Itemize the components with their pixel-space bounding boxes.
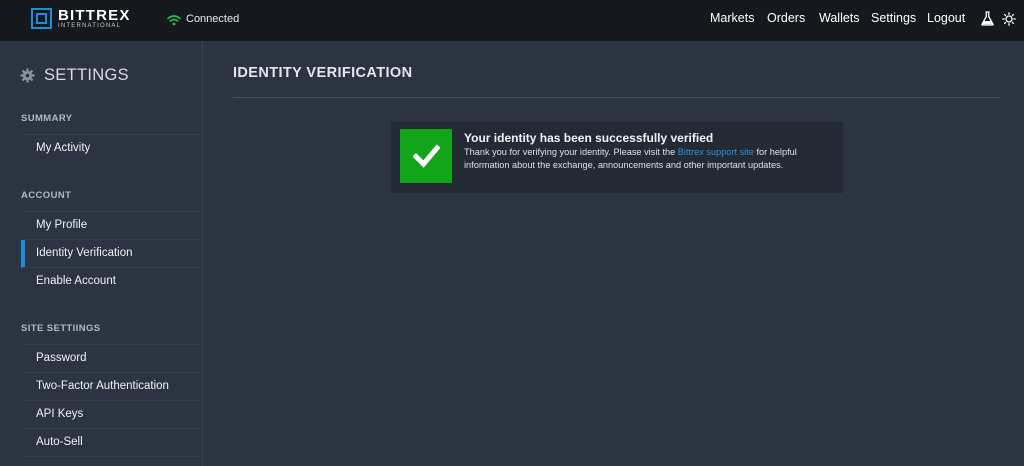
- notice-title: Your identity has been successfully veri…: [464, 131, 714, 145]
- page-title: IDENTITY VERIFICATION: [233, 65, 413, 81]
- sidebar-item-label: Identity Verification: [36, 247, 133, 259]
- wifi-icon: [167, 15, 181, 26]
- nav-wallets[interactable]: Wallets: [819, 11, 860, 25]
- sidebar-title-text: SETTINGS: [44, 66, 129, 84]
- logo-mark-icon: [31, 8, 52, 29]
- sidebar-item-label: Password: [36, 352, 87, 364]
- sidebar-item-label: Two-Factor Authentication: [36, 380, 169, 392]
- sidebar-item-auto-sell[interactable]: Auto-Sell: [22, 428, 200, 456]
- top-navbar: BITTREX INTERNATIONAL Connected Markets …: [0, 0, 1024, 41]
- nav-settings[interactable]: Settings: [871, 11, 916, 25]
- checkmark-icon: [413, 144, 440, 168]
- gear-icon: [20, 68, 35, 83]
- notice-text-before: Thank you for verifying your identity. P…: [464, 147, 678, 157]
- notice-body: Thank you for verifying your identity. P…: [464, 146, 836, 172]
- connection-status-label: Connected: [186, 13, 240, 25]
- sidebar-item-identity-verification[interactable]: Identity Verification: [21, 239, 200, 268]
- sidebar-item-my-profile[interactable]: My Profile: [22, 211, 200, 239]
- logo-name: BITTREX: [58, 7, 131, 24]
- verification-success-notice: Your identity has been successfully veri…: [391, 122, 843, 193]
- sidebar-item-label: Auto-Sell: [36, 436, 83, 448]
- support-site-link[interactable]: Bittrex support site: [678, 147, 754, 157]
- nav-markets[interactable]: Markets: [710, 11, 754, 25]
- section-site-settings: SITE SETTIINGS: [21, 323, 101, 334]
- title-divider: [233, 97, 1000, 98]
- sidebar-item-password[interactable]: Password: [22, 344, 200, 372]
- sidebar-item-label: API Keys: [36, 408, 84, 420]
- logo-subtitle: INTERNATIONAL: [58, 23, 122, 29]
- settings-sidebar: SETTINGS SUMMARY My Activity ACCOUNT My …: [0, 41, 203, 466]
- nav-logout[interactable]: Logout: [927, 11, 965, 25]
- sidebar-item-enable-account[interactable]: Enable Account: [22, 267, 200, 295]
- nav-orders[interactable]: Orders: [767, 11, 805, 25]
- sidebar-item-next[interactable]: [22, 456, 200, 466]
- sidebar-item-label: My Activity: [36, 142, 91, 154]
- sidebar-item-label: My Profile: [36, 219, 88, 231]
- section-account: ACCOUNT: [21, 190, 72, 201]
- sidebar-item-my-activity[interactable]: My Activity: [22, 134, 200, 162]
- flask-icon[interactable]: [981, 11, 994, 26]
- section-summary: SUMMARY: [21, 113, 73, 124]
- success-badge: [400, 129, 452, 183]
- sun-icon[interactable]: [1002, 12, 1016, 26]
- sidebar-item-label: Enable Account: [36, 275, 116, 287]
- sidebar-item-api-keys[interactable]: API Keys: [22, 400, 200, 428]
- sidebar-item-two-factor-authentication[interactable]: Two-Factor Authentication: [22, 372, 200, 400]
